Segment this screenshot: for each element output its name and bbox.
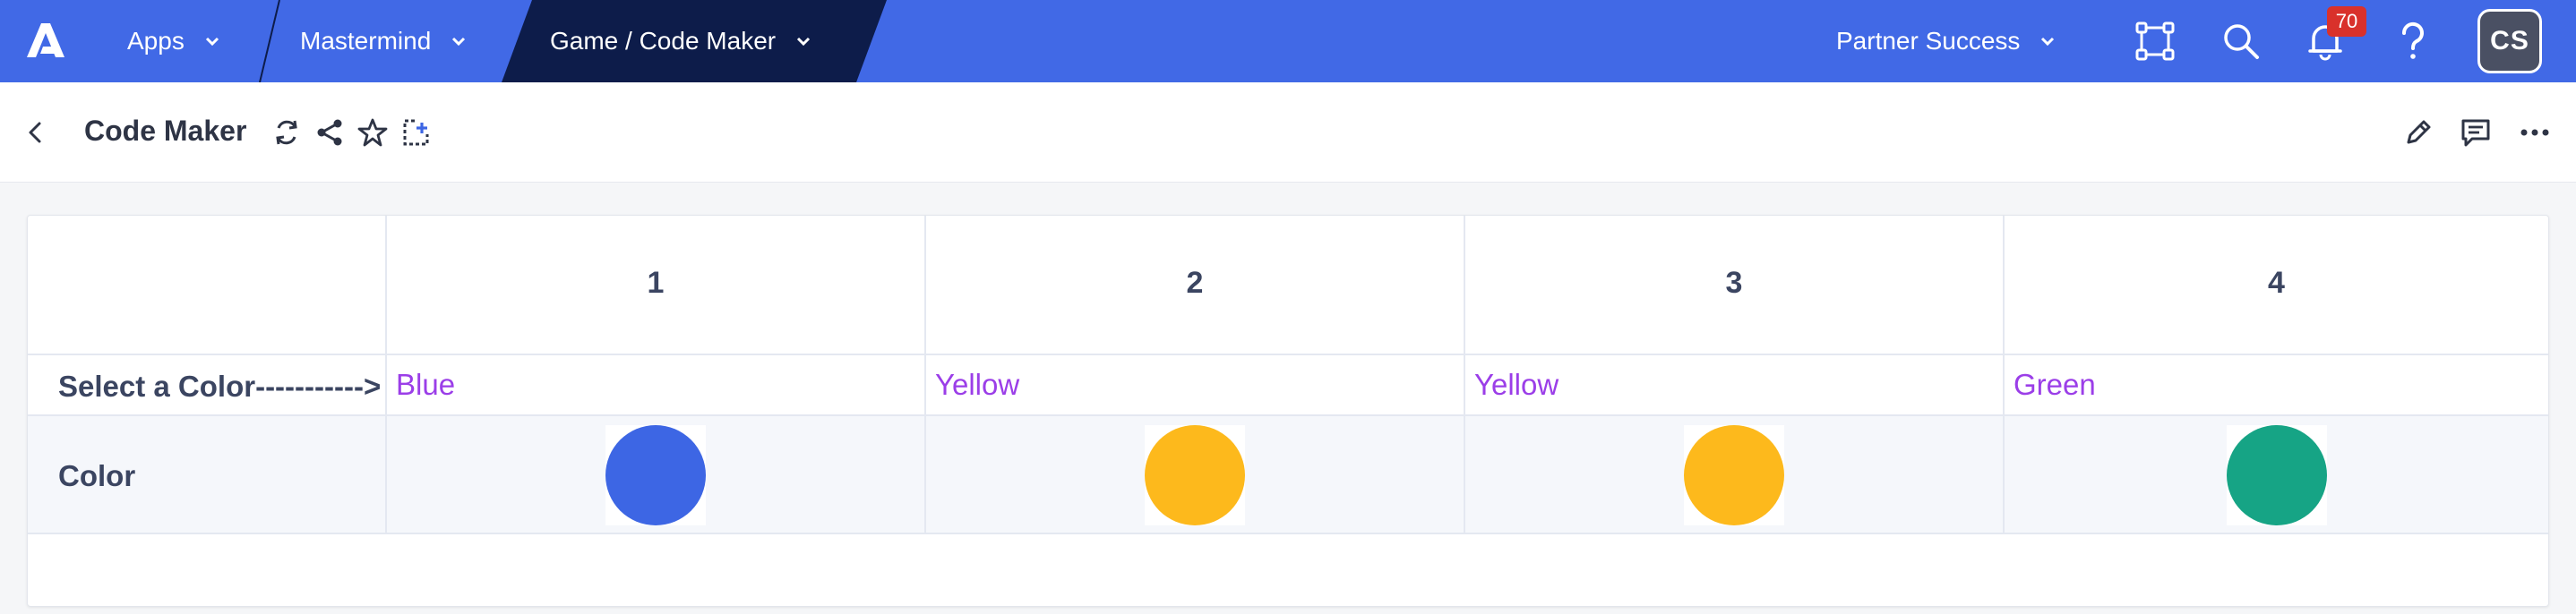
selected-color-value[interactable]: Yellow bbox=[935, 368, 1019, 402]
column-header: 1 bbox=[387, 216, 926, 354]
user-avatar[interactable]: CS bbox=[2477, 9, 2542, 73]
nav-mastermind-label: Mastermind bbox=[300, 27, 432, 55]
nav-mastermind-menu[interactable]: Mastermind bbox=[300, 0, 468, 82]
color-select-cell[interactable]: Yellow bbox=[926, 355, 1465, 414]
column-number: 3 bbox=[1725, 266, 1743, 300]
column-number: 4 bbox=[2268, 266, 2285, 300]
column-header: 4 bbox=[2005, 216, 2548, 354]
column-number: 1 bbox=[647, 266, 665, 300]
row-label-cell: Color bbox=[28, 416, 387, 533]
notification-count-badge: 70 bbox=[2327, 6, 2366, 37]
header-corner-cell bbox=[28, 216, 387, 354]
top-nav: Apps Mastermind Game / Code Maker Partne… bbox=[0, 0, 2576, 82]
color-swatch-row: Color bbox=[28, 416, 2548, 534]
help-icon[interactable] bbox=[2390, 18, 2436, 64]
nav-divider bbox=[259, 0, 280, 82]
search-icon[interactable] bbox=[2218, 18, 2264, 64]
nav-active-tab[interactable]: Game / Code Maker bbox=[550, 0, 813, 82]
row-label-cell: Select a Color-----------> bbox=[28, 355, 387, 414]
swatch-cell bbox=[1465, 416, 2005, 533]
color-select-cell[interactable]: Blue bbox=[387, 355, 926, 414]
selected-color-value[interactable]: Yellow bbox=[1474, 368, 1558, 402]
color-select-cell[interactable]: Yellow bbox=[1465, 355, 2005, 414]
add-to-collection-icon[interactable] bbox=[398, 115, 434, 150]
color-swatch bbox=[1145, 425, 1245, 525]
selected-color-value[interactable]: Blue bbox=[396, 368, 455, 402]
color-swatch bbox=[605, 425, 706, 525]
nav-active-tab-label: Game / Code Maker bbox=[550, 27, 777, 55]
select-color-row: Select a Color-----------> Blue Yellow Y… bbox=[28, 355, 2548, 416]
column-header: 2 bbox=[926, 216, 1465, 354]
edit-pencil-icon[interactable] bbox=[2400, 115, 2436, 150]
chevron-down-icon bbox=[205, 37, 219, 47]
swatch-cell bbox=[2005, 416, 2548, 533]
color-swatch bbox=[2226, 425, 2327, 525]
star-icon[interactable] bbox=[355, 115, 391, 150]
page-header: Code Maker bbox=[0, 82, 2576, 183]
column-header: 3 bbox=[1465, 216, 2005, 354]
chevron-down-icon bbox=[797, 37, 811, 47]
swatch-cell bbox=[387, 416, 926, 533]
color-swatch bbox=[1684, 425, 1784, 525]
page-title: Code Maker bbox=[84, 115, 247, 147]
table-header-row: 1 2 3 4 bbox=[28, 216, 2548, 355]
share-icon[interactable] bbox=[312, 115, 348, 150]
refresh-icon[interactable] bbox=[269, 115, 305, 150]
swatch-cell bbox=[926, 416, 1465, 533]
workspace-label: Partner Success bbox=[1836, 27, 2021, 55]
workflow-icon[interactable] bbox=[2132, 18, 2178, 64]
select-color-row-label: Select a Color-----------> bbox=[58, 370, 382, 403]
workspace-selector[interactable]: Partner Success bbox=[1836, 0, 2057, 82]
app-logo-icon[interactable] bbox=[23, 20, 70, 59]
comment-icon[interactable] bbox=[2458, 115, 2494, 150]
selected-color-value[interactable]: Green bbox=[2014, 368, 2096, 402]
back-arrow-icon[interactable] bbox=[20, 115, 56, 150]
chevron-down-icon bbox=[2041, 37, 2055, 47]
chevron-down-icon bbox=[452, 37, 466, 47]
nav-apps-label: Apps bbox=[127, 27, 185, 55]
color-row-label: Color bbox=[58, 459, 136, 492]
column-number: 2 bbox=[1186, 266, 1204, 300]
code-maker-card: 1 2 3 4 Select a Color-----------> Blue … bbox=[27, 215, 2549, 607]
nav-apps-menu[interactable]: Apps bbox=[127, 0, 222, 82]
color-select-cell[interactable]: Green bbox=[2005, 355, 2548, 414]
more-options-icon[interactable] bbox=[2517, 115, 2553, 150]
